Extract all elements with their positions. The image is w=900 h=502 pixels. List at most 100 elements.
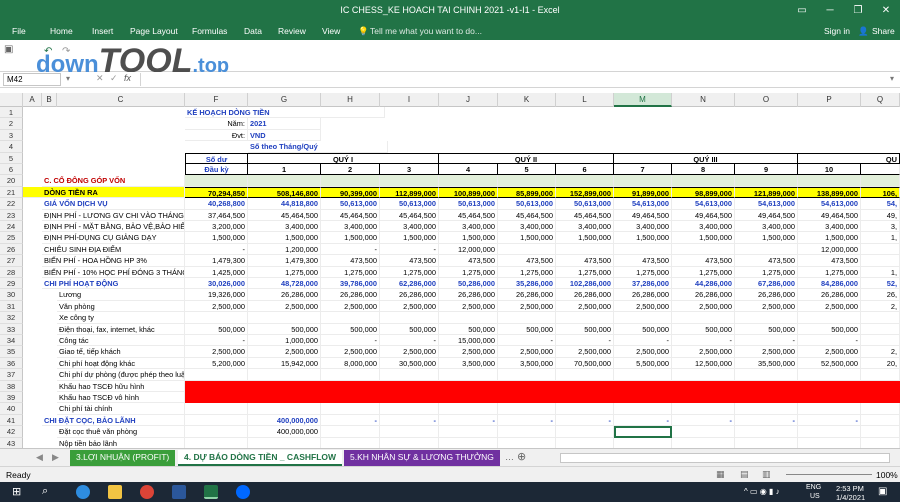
sheet-tab-profit[interactable]: 3.LỢI NHUẬN (PROFIT) [70, 450, 176, 466]
column-header[interactable]: J [439, 93, 498, 107]
value-cell[interactable] [556, 403, 614, 415]
dropdown-icon[interactable]: ▾ [66, 74, 70, 83]
value-cell[interactable]: 49, [861, 209, 900, 221]
value-cell[interactable]: 54,613,000 [672, 198, 735, 210]
value-cell[interactable] [556, 437, 614, 448]
page-layout-icon[interactable]: ▤ [740, 469, 749, 480]
value-cell[interactable]: 54,613,000 [614, 198, 672, 210]
value-cell[interactable]: 30,026,000 [185, 278, 248, 290]
row-label[interactable]: Văn phòng [57, 300, 185, 313]
value-cell[interactable]: - [498, 335, 556, 347]
value-cell[interactable]: 26,286,000 [380, 289, 439, 301]
value-cell[interactable] [380, 403, 439, 415]
value-cell[interactable]: 45,464,500 [248, 209, 321, 221]
value-cell[interactable]: - [614, 414, 672, 427]
value-cell[interactable] [321, 426, 380, 438]
clock-time[interactable]: 2:53 PM [836, 484, 864, 493]
value-cell[interactable] [185, 414, 248, 427]
header-month[interactable]: 2 [321, 164, 380, 176]
value-cell[interactable]: 15,000,000 [439, 335, 498, 347]
header-quarter[interactable]: QUÝ II [439, 152, 614, 164]
value-cell[interactable]: 2,500,000 [248, 300, 321, 313]
value-cell[interactable]: - [185, 243, 248, 256]
value-cell[interactable]: 2, [861, 300, 900, 313]
value-cell[interactable]: 40,268,800 [185, 198, 248, 210]
value-cell[interactable]: 54,613,000 [735, 198, 798, 210]
value-cell[interactable] [798, 380, 861, 392]
cancel-icon[interactable]: ✕ [96, 73, 104, 84]
value-cell[interactable] [672, 392, 735, 404]
row-header[interactable]: 30 [0, 289, 23, 301]
column-header[interactable]: O [735, 93, 798, 107]
row-label[interactable]: Khấu hao TSCĐ vô hình [57, 392, 185, 404]
row-header[interactable]: 34 [0, 335, 23, 347]
value-cell[interactable]: - [321, 243, 380, 256]
value-cell[interactable]: 2,500,000 [498, 300, 556, 313]
value-cell[interactable]: 1,500,000 [556, 232, 614, 244]
share-icon[interactable]: 👤 [858, 26, 869, 37]
value-cell[interactable] [248, 175, 321, 187]
value-cell[interactable]: 500,000 [498, 323, 556, 335]
value-cell[interactable]: - [672, 335, 735, 347]
value-cell[interactable] [798, 175, 861, 187]
column-header-selected[interactable]: M [614, 93, 672, 107]
cell[interactable] [861, 164, 900, 176]
ribbon-display-icon[interactable]: ▭ [788, 0, 816, 22]
row-header[interactable]: 38 [0, 380, 23, 392]
value-cell[interactable] [735, 312, 798, 324]
sheet-title[interactable]: KẾ HOẠCH DÒNG TIỀN [185, 107, 385, 119]
value-cell[interactable]: - [185, 335, 248, 347]
value-cell[interactable] [798, 426, 861, 438]
value-cell[interactable]: 44,818,800 [248, 198, 321, 210]
value-cell[interactable]: 2,500,000 [380, 346, 439, 358]
row-label[interactable]: Khấu hao TSCĐ hữu hình [57, 380, 185, 392]
value-cell[interactable] [735, 426, 798, 438]
row-header[interactable]: 6 [0, 164, 23, 176]
value-cell[interactable]: 30,500,000 [380, 357, 439, 370]
value-cell[interactable]: 3,400,000 [321, 221, 380, 233]
value-cell[interactable]: 1,500,000 [735, 232, 798, 244]
value-cell[interactable]: 3,400,000 [498, 221, 556, 233]
column-header[interactable]: Q [861, 93, 900, 107]
label-period[interactable]: Số theo Tháng/Quý [248, 141, 388, 153]
row-header[interactable]: 28 [0, 266, 23, 278]
value-cell[interactable]: 473,500 [556, 255, 614, 267]
value-cell[interactable] [672, 175, 735, 187]
value-cell[interactable] [556, 243, 614, 256]
value-cell[interactable]: - [321, 335, 380, 347]
column-header[interactable]: L [556, 93, 614, 107]
value-cell[interactable]: 2,500,000 [556, 300, 614, 313]
value-cell[interactable]: 49,464,500 [614, 209, 672, 221]
value-cell[interactable]: 84,286,000 [798, 278, 861, 290]
value-cell[interactable] [321, 312, 380, 324]
value-cell[interactable] [498, 312, 556, 324]
value-cell[interactable] [439, 369, 498, 381]
column-header[interactable]: A [23, 93, 42, 107]
value-cell[interactable] [380, 369, 439, 381]
value-cell[interactable]: - [556, 414, 614, 427]
row-label[interactable]: Công tác [57, 335, 185, 347]
value-cell[interactable]: 3,400,000 [614, 221, 672, 233]
value-cell[interactable]: 112,899,000 [380, 186, 439, 199]
value-cell[interactable] [798, 369, 861, 381]
value-cell[interactable] [735, 403, 798, 415]
value-cell[interactable]: 54, [861, 198, 900, 210]
value-cell[interactable] [321, 380, 380, 392]
value-cell[interactable]: 3, [861, 221, 900, 233]
value-cell[interactable]: 102,286,000 [556, 278, 614, 290]
save-icon[interactable]: ▣ [4, 44, 13, 55]
header-month[interactable]: 10 [798, 164, 861, 176]
value-cell[interactable]: 1,500,000 [672, 232, 735, 244]
value-year[interactable]: 2021 [248, 118, 321, 130]
value-cell[interactable]: - [321, 414, 380, 427]
header-month[interactable]: 5 [498, 164, 556, 176]
share-button[interactable]: Share [872, 26, 895, 36]
column-header[interactable]: P [798, 93, 861, 107]
value-cell[interactable]: 3,400,000 [439, 221, 498, 233]
tab-home[interactable]: Home [50, 26, 73, 36]
value-cell[interactable]: 2,500,000 [556, 346, 614, 358]
value-cell[interactable]: 1, [861, 266, 900, 278]
value-cell[interactable]: 1,275,000 [439, 266, 498, 278]
value-cell[interactable]: 12,500,000 [672, 357, 735, 370]
add-sheet-icon[interactable]: ⊕ [517, 450, 526, 463]
